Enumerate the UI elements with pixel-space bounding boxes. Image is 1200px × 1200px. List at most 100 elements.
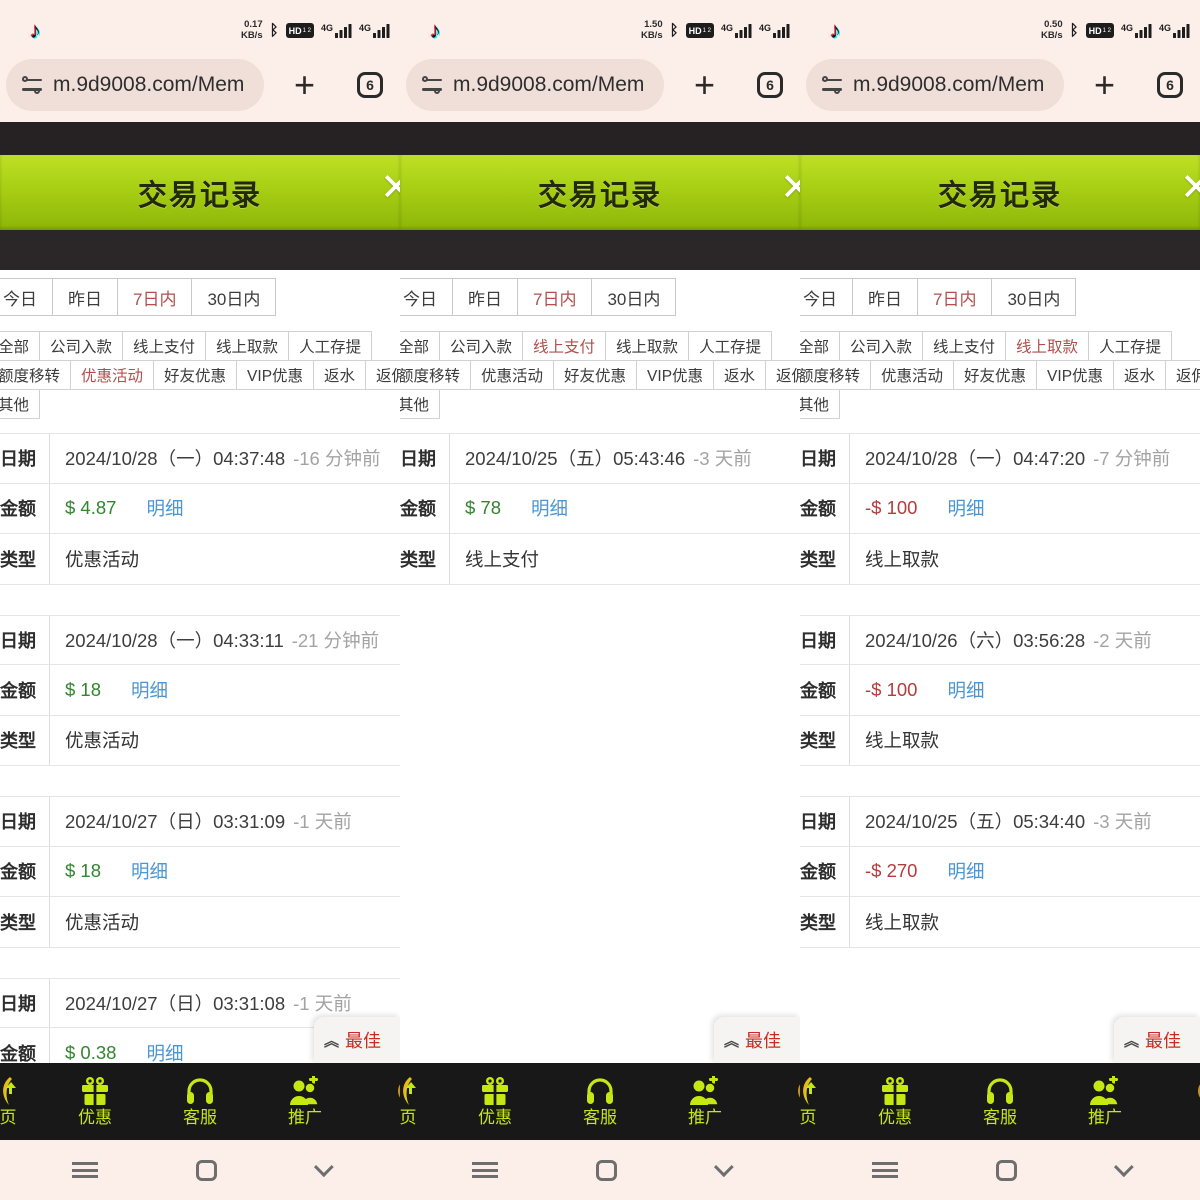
category-tab[interactable]: 额度移转	[400, 360, 471, 390]
category-tab[interactable]: 其他	[0, 389, 40, 419]
nav-item-home-partial[interactable]: 页	[0, 1072, 46, 1126]
nav-item-support[interactable]: 客服	[162, 1072, 238, 1126]
address-bar[interactable]: m.9d9008.com/Mem	[6, 59, 264, 111]
close-icon[interactable]: ✕	[780, 169, 800, 207]
date-tab-今日[interactable]: 今日	[0, 278, 53, 316]
category-tab[interactable]: 返佣	[765, 360, 800, 390]
category-tab[interactable]: 线上取款	[205, 331, 289, 361]
nav-item-support[interactable]: 客服	[562, 1072, 638, 1126]
category-tab[interactable]: 返水	[1113, 360, 1166, 390]
site-settings-icon[interactable]	[22, 77, 42, 93]
tab-switcher-button[interactable]: 6	[757, 72, 783, 98]
back-chevron-icon[interactable]	[314, 1157, 334, 1177]
category-tab[interactable]: 返佣	[1165, 360, 1200, 390]
date-tab-昨日[interactable]: 昨日	[52, 278, 118, 316]
category-tab[interactable]: 人工存提	[288, 331, 372, 361]
nav-item-referral[interactable]: 推广	[667, 1072, 743, 1126]
category-tab[interactable]: 线上取款	[1005, 331, 1089, 361]
nav-item-promos[interactable]: 优惠	[57, 1072, 133, 1126]
date-tab-7日内[interactable]: 7日内	[917, 278, 992, 316]
nav-item-partial-right[interactable]	[772, 1072, 800, 1109]
nav-item-home-partial[interactable]: 页	[400, 1072, 446, 1126]
detail-link[interactable]: 明细	[531, 495, 568, 521]
category-tab[interactable]: 线上取款	[605, 331, 689, 361]
tab-switcher-button[interactable]: 6	[357, 72, 383, 98]
home-icon[interactable]	[996, 1160, 1017, 1181]
category-tab[interactable]: 好友优惠	[953, 360, 1037, 390]
category-tab[interactable]: 人工存提	[1088, 331, 1172, 361]
tab-switcher-button[interactable]: 6	[1157, 72, 1183, 98]
category-tab[interactable]: VIP优惠	[236, 360, 314, 390]
category-tab[interactable]: 公司入款	[839, 331, 923, 361]
nav-item-home-partial[interactable]: 页	[800, 1072, 846, 1126]
recents-menu-icon[interactable]	[472, 1162, 498, 1178]
date-tab-30日内[interactable]: 30日内	[991, 278, 1076, 316]
home-icon[interactable]	[196, 1160, 217, 1181]
detail-link[interactable]: 明细	[947, 858, 984, 884]
category-tab[interactable]: 人工存提	[688, 331, 772, 361]
category-tab[interactable]: 其他	[800, 389, 840, 419]
category-tab[interactable]: 线上支付	[522, 331, 606, 361]
category-tab[interactable]: 额度移转	[0, 360, 71, 390]
close-icon[interactable]: ✕	[1180, 169, 1200, 207]
date-tab-昨日[interactable]: 昨日	[452, 278, 518, 316]
category-tab[interactable]: 公司入款	[439, 331, 523, 361]
date-tab-7日内[interactable]: 7日内	[517, 278, 592, 316]
category-tab[interactable]: 返水	[313, 360, 366, 390]
category-tab[interactable]: 返佣	[365, 360, 400, 390]
category-tab[interactable]: VIP优惠	[1036, 360, 1114, 390]
category-tab[interactable]: 全部	[800, 331, 840, 361]
category-tab[interactable]: 好友优惠	[553, 360, 637, 390]
category-tab[interactable]: VIP优惠	[636, 360, 714, 390]
category-tab[interactable]: 其他	[400, 389, 440, 419]
address-bar[interactable]: m.9d9008.com/Mem	[406, 59, 664, 111]
best-line-toast[interactable]: 《 最佳	[1114, 1017, 1200, 1063]
best-line-toast[interactable]: 《 最佳	[714, 1017, 800, 1063]
detail-link[interactable]: 明细	[947, 677, 984, 703]
recents-menu-icon[interactable]	[872, 1162, 898, 1178]
category-tab[interactable]: 优惠活动	[470, 360, 554, 390]
date-tab-30日内[interactable]: 30日内	[191, 278, 276, 316]
category-tab[interactable]: 全部	[400, 331, 440, 361]
category-tab[interactable]: 优惠活动	[870, 360, 954, 390]
date-tab-30日内[interactable]: 30日内	[591, 278, 676, 316]
detail-link[interactable]: 明细	[947, 495, 984, 521]
detail-link[interactable]: 明细	[146, 495, 183, 521]
back-chevron-icon[interactable]	[714, 1157, 734, 1177]
date-tab-今日[interactable]: 今日	[400, 278, 453, 316]
category-tab[interactable]: 线上支付	[922, 331, 1006, 361]
category-tab[interactable]: 好友优惠	[153, 360, 237, 390]
nav-item-partial-right[interactable]	[372, 1072, 400, 1109]
category-tab[interactable]: 优惠活动	[70, 360, 154, 390]
new-tab-button[interactable]: +	[694, 67, 715, 103]
best-line-toast[interactable]: 《 最佳	[314, 1017, 400, 1063]
site-settings-icon[interactable]	[822, 77, 842, 93]
detail-link[interactable]: 明细	[146, 1040, 183, 1063]
date-tab-昨日[interactable]: 昨日	[852, 278, 918, 316]
browser-url-bar: m.9d9008.com/Mem + 6	[0, 55, 400, 122]
back-chevron-icon[interactable]	[1114, 1157, 1134, 1177]
nav-item-promos[interactable]: 优惠	[457, 1072, 533, 1126]
new-tab-button[interactable]: +	[294, 67, 315, 103]
nav-item-partial-right[interactable]	[1172, 1072, 1200, 1109]
date-tab-7日内[interactable]: 7日内	[117, 278, 192, 316]
address-bar[interactable]: m.9d9008.com/Mem	[806, 59, 1064, 111]
date-tab-今日[interactable]: 今日	[800, 278, 853, 316]
close-icon[interactable]: ✕	[380, 169, 400, 207]
nav-item-referral[interactable]: 推广	[1067, 1072, 1143, 1126]
category-tab[interactable]: 返水	[713, 360, 766, 390]
category-tab[interactable]: 全部	[0, 331, 40, 361]
detail-link[interactable]: 明细	[131, 677, 168, 703]
home-icon[interactable]	[596, 1160, 617, 1181]
site-settings-icon[interactable]	[422, 77, 442, 93]
nav-item-support[interactable]: 客服	[962, 1072, 1038, 1126]
detail-link[interactable]: 明细	[131, 858, 168, 884]
nav-item-promos[interactable]: 优惠	[857, 1072, 933, 1126]
new-tab-button[interactable]: +	[1094, 67, 1115, 103]
category-tab[interactable]: 线上支付	[122, 331, 206, 361]
recents-menu-icon[interactable]	[72, 1162, 98, 1178]
nav-item-referral[interactable]: 推广	[267, 1072, 343, 1126]
nav-item-label: 页	[800, 1109, 817, 1126]
category-tab[interactable]: 公司入款	[39, 331, 123, 361]
category-tab[interactable]: 额度移转	[800, 360, 871, 390]
